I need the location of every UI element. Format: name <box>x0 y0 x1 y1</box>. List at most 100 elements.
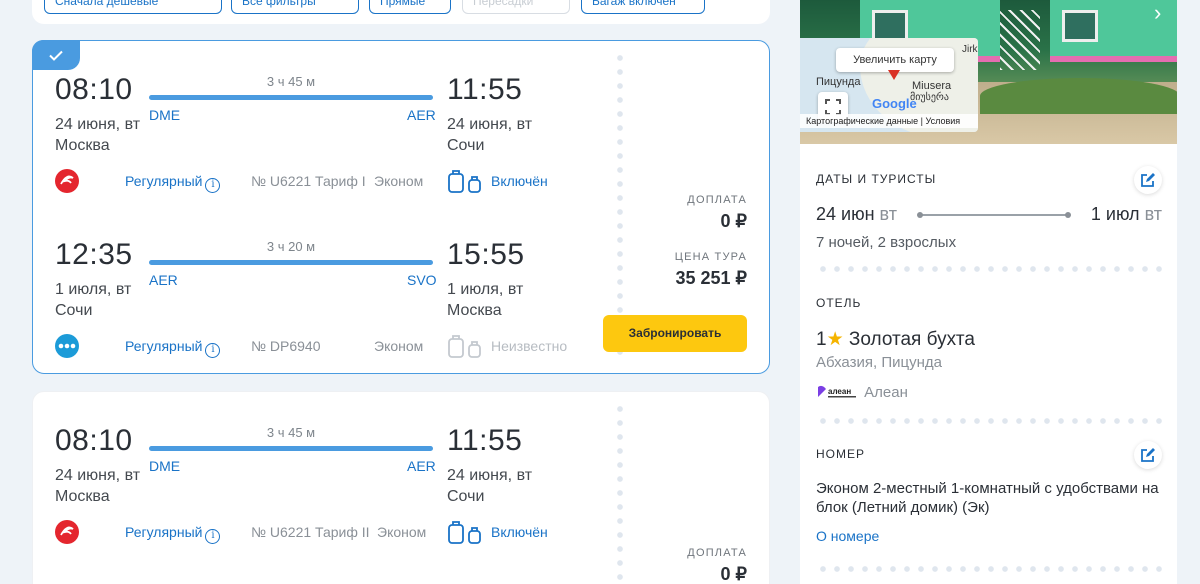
cabin-class: Эконом <box>374 338 424 354</box>
baggage-icon <box>448 170 481 193</box>
flight-info-row: Регулярный i № DP6940 Эконом Неизвестно <box>55 334 575 360</box>
departure-city: Москва <box>55 488 110 505</box>
arrival-date: 24 июня, вт <box>447 467 533 484</box>
filter-bar: Сначала дешевые Все фильтры Прямые Перес… <box>32 0 770 24</box>
flight-card-selected[interactable]: 08:10 3 ч 45 м DME AER 11:55 24 июня, вт… <box>32 40 770 374</box>
hotel-photo[interactable]: › Увеличить карту Пицунда Miusera მიუსერ… <box>800 0 1177 144</box>
tour-summary-panel: › Увеличить карту Пицунда Miusera მიუსერ… <box>800 0 1177 584</box>
hotel-section: Отель <box>816 296 1162 310</box>
sort-dropdown[interactable]: Сначала дешевые <box>44 0 222 14</box>
tour-summary: 7 ночей, 2 взрослых <box>816 234 957 251</box>
map-attribution: Картографические данные | Условия <box>800 114 978 128</box>
departure-time: 08:10 <box>55 424 133 457</box>
info-icon[interactable]: i <box>205 178 221 193</box>
extra-payment: Доплата 0 ₽ <box>687 194 747 231</box>
divider <box>816 266 1162 272</box>
divider <box>816 418 1162 424</box>
tour-price: Цена тура 35 251 ₽ <box>674 251 747 288</box>
departure-date: 24 июня, вт <box>55 116 141 133</box>
red-globus-logo <box>55 520 79 544</box>
section-title: Отель <box>816 296 862 310</box>
check-icon <box>49 50 63 61</box>
baggage-icon <box>448 335 481 358</box>
book-button[interactable]: Забронировать <box>603 315 747 352</box>
enlarge-map-button[interactable]: Увеличить карту <box>836 48 954 72</box>
flight-card[interactable]: 08:10 3 ч 45 м DME AER 11:55 24 июня, вт… <box>32 391 770 584</box>
arrival-date: 24 июня, вт <box>447 116 533 133</box>
direct-filter-button[interactable]: Прямые <box>369 0 451 14</box>
arrival-city: Москва <box>447 302 502 319</box>
edit-dates-button[interactable] <box>1134 166 1162 194</box>
flight-type-label[interactable]: Регулярный i <box>125 173 221 193</box>
arrival-city: Сочи <box>447 488 485 505</box>
start-date: 24 июн <box>816 204 875 224</box>
map-label: Jirk <box>962 44 978 55</box>
section-title: Даты и туристы <box>816 172 937 186</box>
mini-map[interactable]: Увеличить карту Пицунда Miusera მიუსერა … <box>800 38 978 132</box>
edit-room-button[interactable] <box>1134 441 1162 469</box>
flight-segment-outbound: 08:10 3 ч 45 м DME AER 11:55 24 июня, вт… <box>33 73 593 203</box>
red-globus-logo <box>55 169 79 193</box>
arrival-airport-code[interactable]: SVO <box>407 272 437 288</box>
departure-airport-code[interactable]: DME <box>149 458 180 474</box>
hotel-stars: 1 <box>816 329 827 350</box>
chevron-right-icon[interactable]: › <box>1154 0 1161 26</box>
extra-payment-value: 0 ₽ <box>720 211 747 231</box>
departure-time: 08:10 <box>55 73 133 106</box>
flight-type-label[interactable]: Регулярный i <box>125 338 221 358</box>
room-section: Номер <box>816 441 1162 469</box>
date-range: 24 июн вт 1 июл вт <box>816 204 1162 224</box>
map-label: Miusera <box>912 80 952 92</box>
departure-airport-code[interactable]: DME <box>149 107 180 123</box>
baggage-status: Включён <box>491 524 548 540</box>
route-line <box>149 260 433 265</box>
end-date: 1 июл <box>1090 204 1140 224</box>
hotel-name[interactable]: 1★ Золотая бухта <box>816 328 1162 351</box>
svg-text:алеан: алеан <box>828 387 851 396</box>
baggage-status: Включён <box>491 173 548 189</box>
arrival-city: Сочи <box>447 137 485 154</box>
info-icon[interactable]: i <box>205 529 221 544</box>
flight-segment-outbound: 08:10 3 ч 45 м DME AER 11:55 24 июня, вт… <box>33 424 593 554</box>
dates-section: Даты и туристы <box>816 166 1162 194</box>
departure-city: Москва <box>55 137 110 154</box>
departure-time: 12:35 <box>55 238 133 271</box>
date-range-line <box>917 212 1071 218</box>
star-icon: ★ <box>826 329 844 350</box>
arrival-time: 11:55 <box>447 73 523 106</box>
departure-airport-code[interactable]: AER <box>149 272 178 288</box>
flight-info-row: Регулярный i № U6221 Тариф I Эконом Включ… <box>55 169 575 195</box>
flight-segment-return: 12:35 3 ч 20 м AER SVO 15:55 1 июля, вт … <box>33 238 593 368</box>
arrival-time: 15:55 <box>447 238 525 271</box>
flight-number: № U6221 Тариф I <box>251 173 366 189</box>
map-pin-icon <box>888 70 900 80</box>
transfers-filter-button[interactable]: Пересадки <box>462 0 570 14</box>
edit-icon <box>1141 173 1155 187</box>
card-perforation <box>617 402 623 584</box>
departure-date: 24 июня, вт <box>55 467 141 484</box>
arrival-airport-code[interactable]: AER <box>407 107 436 123</box>
all-filters-button[interactable]: Все фильтры <box>231 0 359 14</box>
extra-payment: Доплата 0 ₽ <box>687 547 747 584</box>
cabin-class: Эконом <box>377 524 427 540</box>
tour-price-value: 35 251 ₽ <box>675 268 747 288</box>
info-icon[interactable]: i <box>205 343 221 358</box>
selected-check-badge <box>32 40 80 70</box>
tour-operator: алеан Алеан <box>816 384 1162 401</box>
route-line <box>149 446 433 451</box>
room-details-link[interactable]: О номере <box>816 528 1162 544</box>
arrival-date: 1 июля, вт <box>447 281 524 298</box>
room-description: Эконом 2-местный 1-комнатный с удобствам… <box>816 480 1159 516</box>
baggage-filter-button[interactable]: Багаж включен <box>581 0 705 14</box>
blue-dots-logo <box>55 334 79 358</box>
arrival-airport-code[interactable]: AER <box>407 458 436 474</box>
flight-type-label[interactable]: Регулярный i <box>125 524 221 544</box>
flight-duration: 3 ч 45 м <box>266 74 316 89</box>
terms-link[interactable]: Условия <box>926 116 961 126</box>
baggage-status: Неизвестно <box>491 338 568 354</box>
alean-logo: алеан <box>818 385 856 398</box>
hotel-location: Абхазия, Пицунда <box>816 354 942 371</box>
cabin-class: Эконом <box>374 173 424 189</box>
flight-number: № U6221 Тариф II <box>251 524 370 540</box>
divider <box>816 566 1162 572</box>
